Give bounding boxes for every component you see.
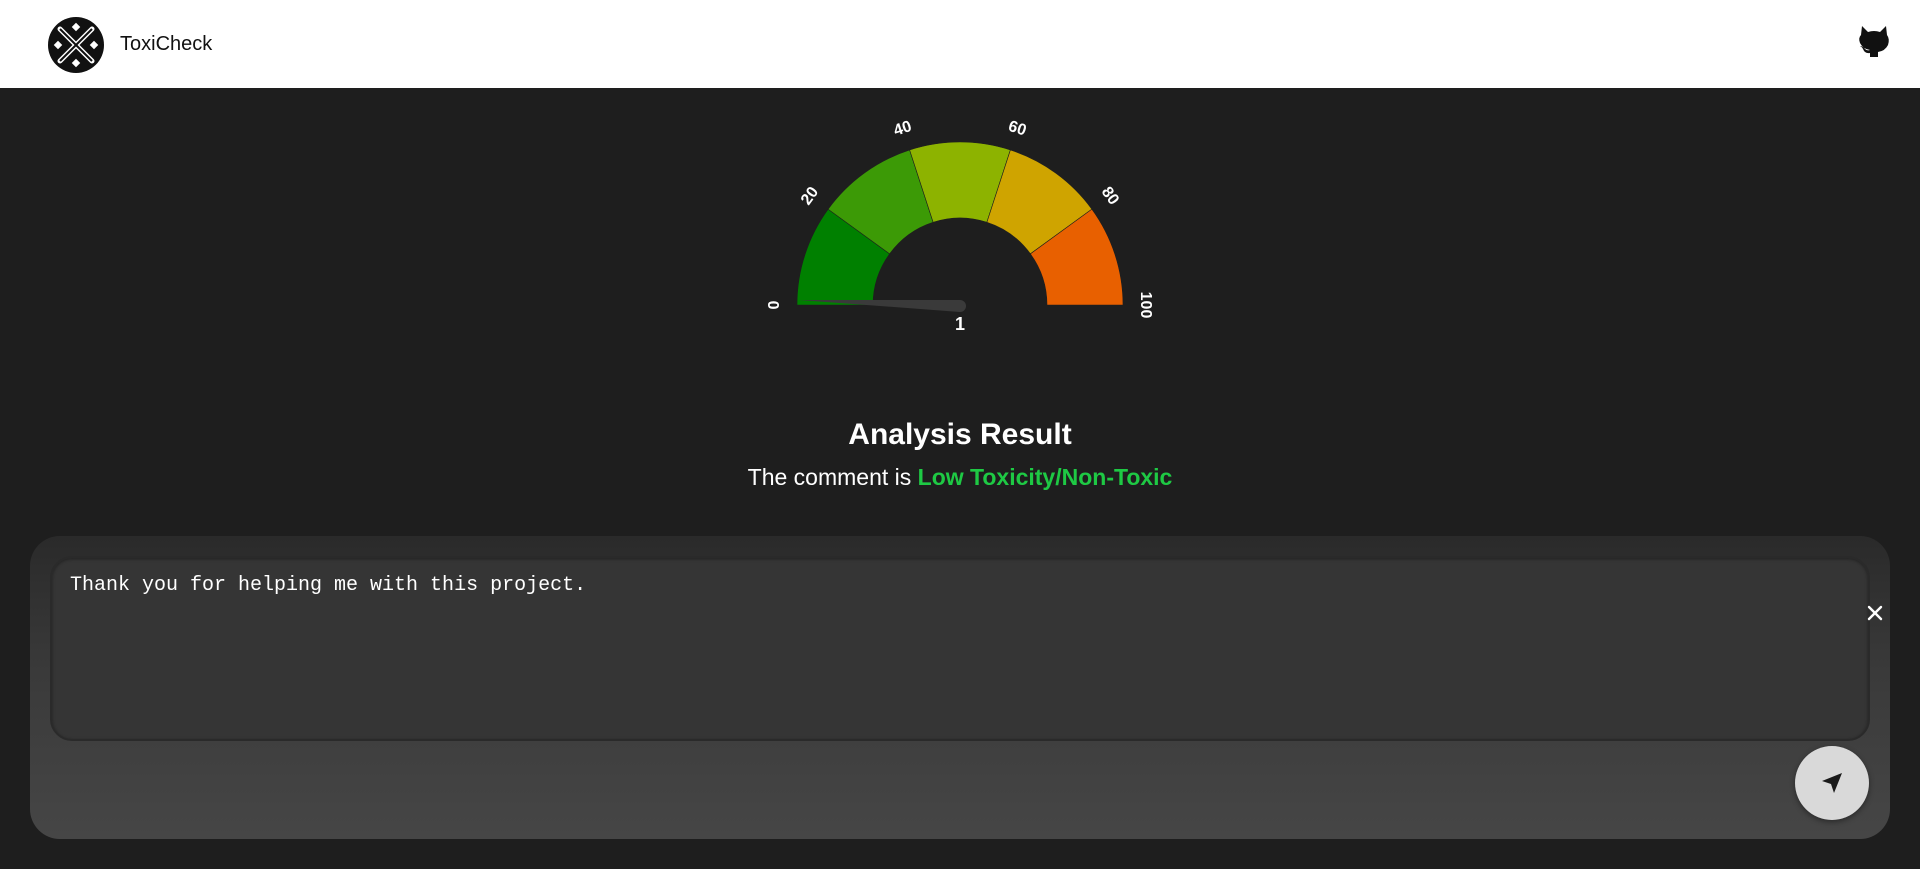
github-icon[interactable] xyxy=(1857,22,1891,58)
gauge-chart: 0 20 40 60 80 100 1 xyxy=(766,118,1154,334)
toxicity-gauge: 0 20 40 60 80 100 1 xyxy=(0,88,1920,378)
logo-icon[interactable] xyxy=(46,15,106,75)
gauge-tick-label: 80 xyxy=(1098,184,1122,208)
result-title: Analysis Result xyxy=(848,418,1072,451)
result-status: Low Toxicity/Non-Toxic xyxy=(917,464,1173,490)
gauge-tick-label: 20 xyxy=(798,184,822,208)
input-panel: Thank you for helping me with this proje… xyxy=(30,536,1890,839)
top-navbar: ToxiCheck xyxy=(0,0,1920,88)
comment-text[interactable]: Thank you for helping me with this proje… xyxy=(70,574,586,597)
brand-name[interactable]: ToxiCheck xyxy=(120,33,212,56)
gauge-tick-label: 40 xyxy=(892,118,914,140)
send-button[interactable] xyxy=(1795,746,1869,820)
result-line: The comment is Low Toxicity/Non-Toxic xyxy=(0,464,1920,491)
gauge-tick-label: 0 xyxy=(766,300,783,309)
send-arrow-icon xyxy=(1822,773,1842,793)
gauge-value-label: 1 xyxy=(955,314,965,334)
gauge-needle xyxy=(799,299,966,312)
gauge-tick-label: 60 xyxy=(1006,118,1028,140)
comment-textarea[interactable]: Thank you for helping me with this proje… xyxy=(50,556,1883,741)
result-prefix: The comment is xyxy=(747,464,912,490)
close-icon[interactable] xyxy=(1862,600,1888,626)
analysis-result: Analysis Result The comment is Low Toxic… xyxy=(0,418,1920,491)
gauge-tick-label: 100 xyxy=(1137,292,1154,319)
